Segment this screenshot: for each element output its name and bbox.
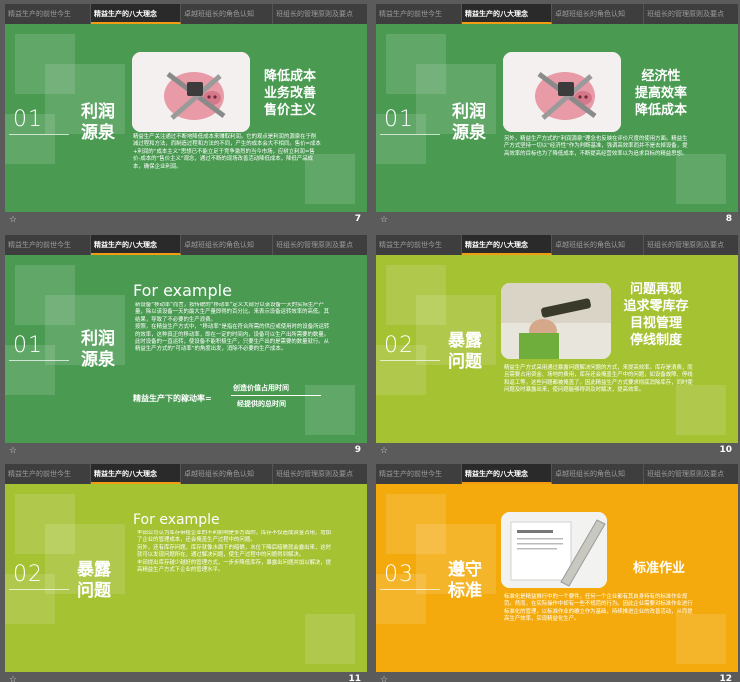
slide-headline: 降低成本 业务改善 售价主义 (263, 69, 316, 118)
slide-canvas: 精益生产的前世今生 精益生产的八大理念 卓越班组长的角色认知 班组长的管理原则及… (376, 4, 738, 212)
slide-thumbnail-9[interactable]: 精益生产的前世今生 精益生产的八大理念 卓越班组长的角色认知 班组长的管理原则及… (5, 235, 367, 461)
slide-nav-bar: 精益生产的前世今生 精益生产的八大理念 卓越班组长的角色认知 班组长的管理原则及… (5, 464, 367, 484)
nav-tab: 精益生产的前世今生 (376, 235, 462, 255)
page-number: 10 (719, 445, 732, 455)
page-number: 8 (725, 214, 732, 224)
slide-nav-bar: 精益生产的前世今生 精益生产的八大理念 卓越班组长的角色认知 班组长的管理原则及… (376, 4, 738, 24)
star-icon[interactable]: ☆ (9, 446, 17, 456)
slide-thumbnail-10[interactable]: 精益生产的前世今生 精益生产的八大理念 卓越班组长的角色认知 班组长的管理原则及… (376, 235, 738, 461)
page-number: 9 (354, 445, 361, 455)
nav-tab: 卓越班组长的角色认知 (552, 235, 644, 255)
slide-body-text: 标准化是精益推行中的一个要件，任何一个企业都有其自身特有的标准作业规范。然而，在… (504, 594, 693, 623)
slide-canvas: 精益生产的前世今生 精益生产的八大理念 卓越班组长的角色认知 班组长的管理原则及… (376, 464, 738, 672)
nav-tab: 班组长的管理原则及要点 (647, 241, 724, 249)
divider-line (380, 134, 440, 135)
slide-thumbnail-8[interactable]: 精益生产的前世今生 精益生产的八大理念 卓越班组长的角色认知 班组长的管理原则及… (376, 4, 738, 230)
slide-headline: 标准作业 (632, 561, 685, 576)
section-title: 暴露问题 (77, 560, 111, 601)
nav-tab: 卓越班组长的角色认知 (552, 464, 644, 484)
star-icon[interactable]: ☆ (380, 675, 388, 682)
nav-tab: 卓越班组长的角色认知 (552, 4, 644, 24)
slide-thumbnail-7[interactable]: 精益生产的前世今生 精益生产的八大理念 卓越班组长的角色认知 班组长的管理原则及… (5, 4, 367, 230)
star-icon[interactable]: ☆ (9, 215, 17, 225)
section-number: 02 (13, 562, 43, 587)
slide-body-text: 精益生产方式采用通过暴露问题解决问题的方式，来提高效率。库存是浪费，而且需要占用… (504, 365, 693, 394)
section-title: 利润源泉 (452, 102, 486, 143)
telescope-photo (501, 283, 611, 359)
slide-footer: ☆ 11 (5, 672, 367, 682)
nav-tab: 班组长的管理原则及要点 (276, 10, 353, 18)
slide-body-text: 丰田公司认为库存带给企业的不利影响是多方面的，库存不仅造成资金占用，增加了企业的… (137, 530, 332, 574)
section-number: 01 (384, 107, 414, 132)
nav-tab: 卓越班组长的角色认知 (181, 235, 273, 255)
formula-numerator: 创造价值占用时间 (233, 383, 289, 392)
section-title: 遵守标准 (448, 560, 482, 601)
section-title: 暴露问题 (448, 331, 482, 372)
star-icon[interactable]: ☆ (380, 215, 388, 225)
nav-tab: 精益生产的前世今生 (5, 4, 91, 24)
divider-line (9, 360, 69, 361)
piggy-bank-photo (503, 52, 621, 132)
slide-nav-bar: 精益生产的前世今生 精益生产的八大理念 卓越班组长的角色认知 班组长的管理原则及… (5, 235, 367, 255)
slide-footer: ☆ 8 (376, 212, 738, 230)
nav-tab-active: 精益生产的八大理念 (462, 464, 552, 484)
nav-tab-active: 精益生产的八大理念 (462, 4, 552, 24)
nav-tab-active: 精益生产的八大理念 (462, 235, 552, 255)
nav-tab: 精益生产的前世今生 (5, 464, 91, 484)
section-title: 利润源泉 (81, 329, 115, 370)
nav-tab: 班组长的管理原则及要点 (647, 10, 724, 18)
section-number: 01 (13, 107, 43, 132)
nav-tab-active: 精益生产的八大理念 (91, 464, 181, 484)
divider-line (9, 134, 69, 135)
example-title: For example (133, 281, 232, 300)
slide-canvas: 精益生产的前世今生 精益生产的八大理念 卓越班组长的角色认知 班组长的管理原则及… (5, 235, 367, 443)
slide-nav-bar: 精益生产的前世今生 精益生产的八大理念 卓越班组长的角色认知 班组长的管理原则及… (376, 235, 738, 255)
section-number: 03 (384, 562, 414, 587)
slide-nav-bar: 精益生产的前世今生 精益生产的八大理念 卓越班组长的角色认知 班组长的管理原则及… (5, 4, 367, 24)
nav-tab: 班组长的管理原则及要点 (276, 470, 353, 478)
slide-footer: ☆ 9 (5, 443, 367, 461)
slide-canvas: 精益生产的前世今生 精益生产的八大理念 卓越班组长的角色认知 班组长的管理原则及… (5, 4, 367, 212)
divider-line (9, 589, 69, 590)
nav-tab: 精益生产的前世今生 (376, 464, 462, 484)
divider-line (380, 589, 440, 590)
slide-headline: 经济性 提高效率 降低成本 (634, 69, 687, 118)
nav-tab-active: 精益生产的八大理念 (91, 4, 181, 24)
nav-tab: 精益生产的前世今生 (376, 4, 462, 24)
nav-tab-active: 精益生产的八大理念 (91, 235, 181, 255)
example-title: For example (133, 512, 220, 528)
slide-body-text: 另外，精益生产方式的“利润源泉”理念也反映在评价尺度的使用方面。精益生产方式坚持… (504, 136, 688, 157)
section-number: 01 (13, 333, 43, 358)
slide-thumbnail-11[interactable]: 精益生产的前世今生 精益生产的八大理念 卓越班组长的角色认知 班组长的管理原则及… (5, 464, 367, 682)
section-number: 02 (384, 333, 414, 358)
divider-line (380, 360, 440, 361)
nav-tab: 卓越班组长的角色认知 (181, 464, 273, 484)
document-ruler-photo (501, 512, 607, 588)
star-icon[interactable]: ☆ (380, 446, 388, 456)
slide-footer: ☆ 12 (376, 672, 738, 682)
formula-divider (231, 395, 321, 396)
slide-canvas: 精益生产的前世今生 精益生产的八大理念 卓越班组长的角色认知 班组长的管理原则及… (5, 464, 367, 672)
slide-footer: ☆ 7 (5, 212, 367, 230)
nav-tab: 卓越班组长的角色认知 (181, 4, 273, 24)
formula-denominator: 经提供的总时间 (237, 399, 286, 408)
page-number: 11 (348, 674, 361, 682)
slide-body-text: 新设备“移动率”而言，按传统的“移动率”定义大部分以该设备一天的实际生产产量，除… (135, 302, 330, 353)
slide-footer: ☆ 10 (376, 443, 738, 461)
formula-label: 精益生产下的稼动率= (133, 393, 212, 403)
page-number: 7 (354, 214, 361, 224)
section-title: 利润源泉 (81, 102, 115, 143)
slide-body-text: 精益生产关注通过不断地降低成本来赚取利润。它的观点是利润的源泉在于削减过程和方法… (133, 134, 321, 170)
slide-thumbnail-12[interactable]: 精益生产的前世今生 精益生产的八大理念 卓越班组长的角色认知 班组长的管理原则及… (376, 464, 738, 682)
star-icon[interactable]: ☆ (9, 675, 17, 682)
slide-nav-bar: 精益生产的前世今生 精益生产的八大理念 卓越班组长的角色认知 班组长的管理原则及… (376, 464, 738, 484)
slide-canvas: 精益生产的前世今生 精益生产的八大理念 卓越班组长的角色认知 班组长的管理原则及… (376, 235, 738, 443)
page-number: 12 (719, 674, 732, 682)
piggy-bank-photo (132, 52, 250, 132)
nav-tab: 班组长的管理原则及要点 (276, 241, 353, 249)
nav-tab: 班组长的管理原则及要点 (647, 470, 724, 478)
slide-headline: 问题再现 追求零库存 目视管理 停线制度 (623, 282, 689, 348)
nav-tab: 精益生产的前世今生 (5, 235, 91, 255)
